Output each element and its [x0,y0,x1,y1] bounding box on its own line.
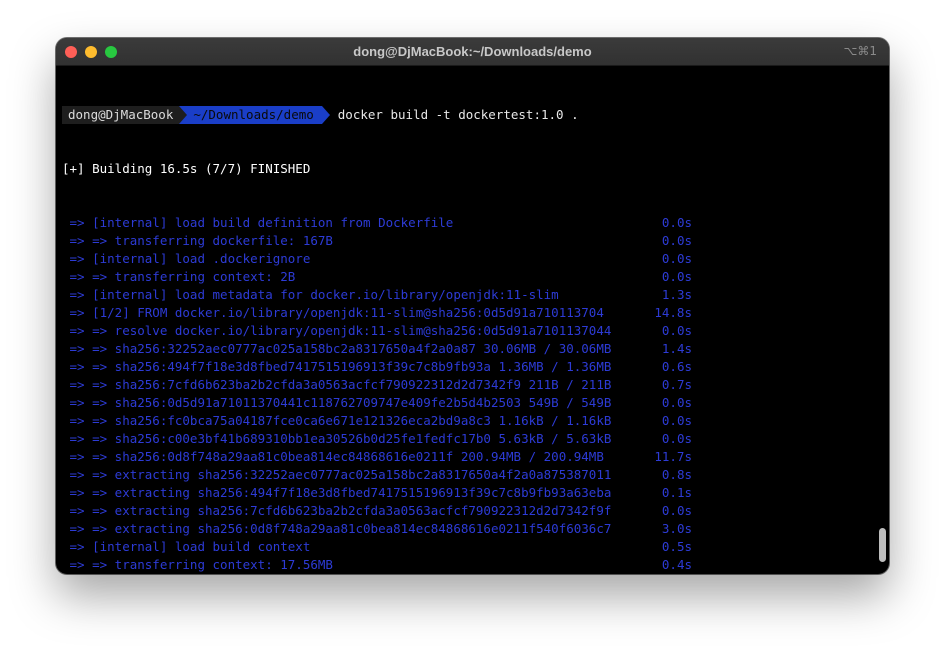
step-text: => => transferring context: 17.56MB [62,557,333,572]
step-time: 3.0s [661,521,692,536]
window-shortcut-label: ⌥⌘1 [843,44,877,58]
shell-prompt: dong@DjMacBook ~/Downloads/demo docker bui… [62,106,875,124]
step-text: => => extracting sha256:0d8f748a29aa81c0… [62,521,612,536]
step-time: 14.8s [654,305,692,320]
terminal-output[interactable]: dong@DjMacBook ~/Downloads/demo docker bui… [62,70,875,574]
build-step-line: => [internal] load build definition from… [62,214,875,232]
step-time: 0.0s [661,323,692,338]
step-time: 1.4s [661,341,692,356]
window-title: dong@DjMacBook:~/Downloads/demo [353,44,592,59]
terminal-window: dong@DjMacBook:~/Downloads/demo ⌥⌘1 dong… [56,38,889,574]
step-text: => [internal] load .dockerignore [62,251,311,266]
step-text: => [1/2] FROM docker.io/library/openjdk:… [62,305,604,320]
step-time: 11.7s [654,449,692,464]
title-bar[interactable]: dong@DjMacBook:~/Downloads/demo ⌥⌘1 [56,38,889,66]
build-status: [+] Building 16.5s (7/7) FINISHED [62,161,311,176]
scrollbar-thumb[interactable] [879,528,886,562]
step-text: => [internal] load build context [62,539,311,554]
build-step-line: => [1/2] FROM docker.io/library/openjdk:… [62,304,875,322]
step-text: => => transferring dockerfile: 167B [62,233,333,248]
build-step-line: => => sha256:0d8f748a29aa81c0bea814ec848… [62,448,875,466]
step-text: => [internal] load build definition from… [62,215,454,230]
step-text: => => sha256:32252aec0777ac025a158bc2a83… [62,341,612,356]
step-text: => => resolve docker.io/library/openjdk:… [62,323,612,338]
build-step-line: => => extracting sha256:0d8f748a29aa81c0… [62,520,875,538]
prompt-command: docker build -t dockertest:1.0 . [337,107,579,122]
step-text: => => sha256:0d8f748a29aa81c0bea814ec848… [62,449,604,464]
step-time: 0.4s [661,557,692,572]
build-step-line: => [internal] load build context 0.5s [62,538,875,556]
build-step-line: => => resolve docker.io/library/openjdk:… [62,322,875,340]
step-text: => => sha256:0d5d91a71011370441c11876270… [62,395,612,410]
step-text: => => extracting sha256:494f7f18e3d8fbed… [62,485,612,500]
step-text: => => sha256:494f7f18e3d8fbed74175151969… [62,359,612,374]
build-step-line: => => sha256:0d5d91a71011370441c11876270… [62,394,875,412]
step-text: => => extracting sha256:7cfd6b623ba2b2cf… [62,503,612,518]
step-text: => [internal] load metadata for docker.i… [62,287,559,302]
build-step-line: => => extracting sha256:494f7f18e3d8fbed… [62,484,875,502]
prompt-user-host: dong@DjMacBook [62,106,180,124]
step-time: 0.0s [661,431,692,446]
build-step-line: => => extracting sha256:7cfd6b623ba2b2cf… [62,502,875,520]
step-time: 0.8s [661,467,692,482]
step-time: 0.1s [661,485,692,500]
build-step-line: => => transferring dockerfile: 167B 0.0s [62,232,875,250]
step-text: => => transferring context: 2B [62,269,296,284]
build-step-line: => => sha256:32252aec0777ac025a158bc2a83… [62,340,875,358]
step-time: 0.7s [661,377,692,392]
step-time: 0.6s [661,359,692,374]
prompt-path: ~/Downloads/demo [179,106,331,124]
step-text: => => sha256:fc0bca75a04187fce0ca6e671e1… [62,413,612,428]
step-time: 0.0s [661,395,692,410]
build-step-line: => => transferring context: 2B 0.0s [62,268,875,286]
step-text: => => sha256:c00e3bf41b689310bb1ea30526b… [62,431,612,446]
build-step-line: => => transferring context: 17.56MB 0.4s [62,556,875,574]
build-steps: => [internal] load build definition from… [62,214,875,574]
step-time: 0.5s [661,539,692,554]
build-step-line: => => sha256:fc0bca75a04187fce0ca6e671e1… [62,412,875,430]
build-step-line: => => sha256:c00e3bf41b689310bb1ea30526b… [62,430,875,448]
build-step-line: => => sha256:494f7f18e3d8fbed74175151969… [62,358,875,376]
step-text: => => sha256:7cfd6b623ba2b2cfda3a0563acf… [62,377,612,392]
build-step-line: => => sha256:7cfd6b623ba2b2cfda3a0563acf… [62,376,875,394]
step-time: 0.0s [661,233,692,248]
build-step-line: => [internal] load metadata for docker.i… [62,286,875,304]
step-time: 0.0s [661,503,692,518]
step-time: 0.0s [661,413,692,428]
build-step-line: => [internal] load .dockerignore 0.0s [62,250,875,268]
step-time: 0.0s [661,269,692,284]
step-time: 0.0s [661,251,692,266]
step-time: 1.3s [661,287,692,302]
step-text: => => extracting sha256:32252aec0777ac02… [62,467,612,482]
step-time: 0.0s [661,215,692,230]
build-step-line: => => extracting sha256:32252aec0777ac02… [62,466,875,484]
